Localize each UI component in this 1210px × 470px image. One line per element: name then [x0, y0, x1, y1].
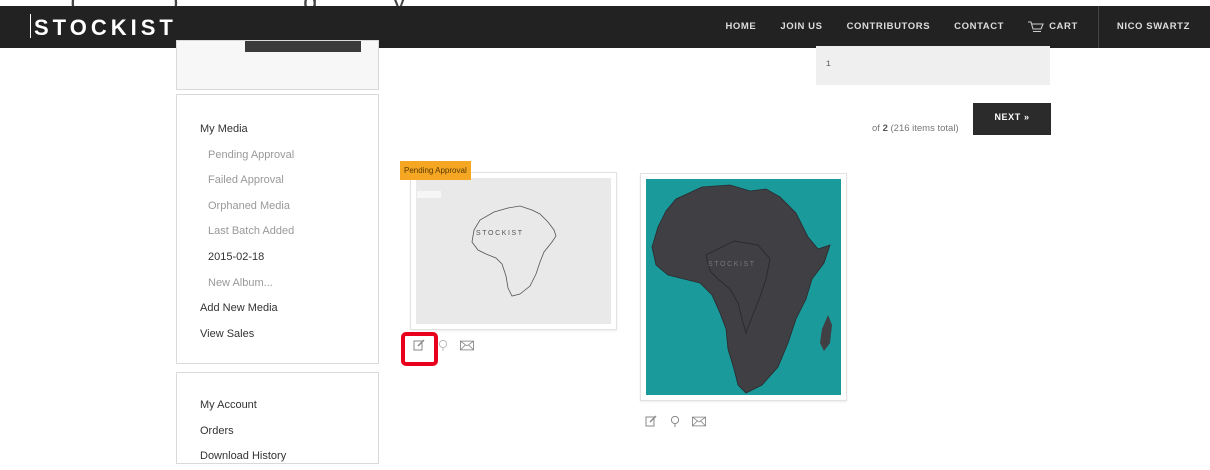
- image-corner-label: [417, 191, 441, 198]
- sidebar-account-panel: My Account Orders Download History: [176, 372, 379, 464]
- logo-divider: [30, 14, 31, 38]
- edit-button-highlight: [401, 332, 438, 366]
- sidebar-item-add-new-media[interactable]: Add New Media: [200, 296, 294, 322]
- watermark-text-2: STOCKIST: [708, 261, 756, 268]
- sidebar-item-pending-approval[interactable]: Pending Approval: [200, 143, 294, 169]
- account-menu: My Account Orders Download History: [200, 393, 286, 470]
- sidebar-item-download-history[interactable]: Download History: [200, 444, 286, 470]
- sidebar-item-new-album[interactable]: New Album...: [200, 271, 294, 297]
- media-menu: My Media Pending Approval Failed Approval O…: [200, 117, 294, 347]
- pending-approval-tag[interactable]: Pending Approval: [400, 161, 471, 180]
- sidebar-top-button[interactable]: [245, 41, 361, 52]
- sidebar-item-orders[interactable]: Orders: [200, 419, 286, 445]
- edit-icon[interactable]: [644, 414, 658, 428]
- sidebar-media-panel: My Media Pending Approval Failed Approval O…: [176, 94, 379, 364]
- sidebar-item-my-media[interactable]: My Media: [200, 117, 294, 143]
- africa-outline-image: STOCKIST: [416, 178, 611, 324]
- sidebar-top-panel: [176, 40, 379, 90]
- africa-teal-image: STOCKIST: [646, 179, 841, 395]
- location-pin-icon[interactable]: [436, 338, 450, 352]
- sidebar-item-failed-approval[interactable]: Failed Approval: [200, 168, 294, 194]
- nav-user-account[interactable]: NICO SWARTZ: [1105, 6, 1210, 48]
- sidebar-item-last-batch-added[interactable]: Last Batch Added: [200, 219, 294, 245]
- site-logo[interactable]: STOCKIST: [34, 15, 177, 41]
- page-count-info: of 2 (216 items total): [872, 123, 959, 134]
- sidebar-item-my-account[interactable]: My Account: [200, 393, 286, 419]
- media-thumbnail-pending[interactable]: STOCKIST: [410, 172, 617, 330]
- watermark-text: STOCKIST: [476, 230, 524, 237]
- media-actions-2: [644, 414, 706, 428]
- email-icon[interactable]: [460, 338, 474, 352]
- main-nav: HOME JOIN US CONTRIBUTORS CONTACT CART N…: [713, 6, 1210, 48]
- nav-divider: [1097, 6, 1099, 48]
- nav-cart[interactable]: CART: [1016, 6, 1090, 48]
- nav-contributors[interactable]: CONTRIBUTORS: [835, 6, 943, 48]
- next-page-button[interactable]: NEXT »: [973, 103, 1051, 135]
- sidebar-item-2015-02-18[interactable]: 2015-02-18: [200, 245, 294, 271]
- location-pin-icon[interactable]: [668, 414, 682, 428]
- cart-icon: [1028, 21, 1044, 33]
- nav-home[interactable]: HOME: [713, 6, 768, 48]
- nav-join-us[interactable]: JOIN US: [768, 6, 834, 48]
- page-number-field[interactable]: 1: [816, 46, 1050, 85]
- cart-label: CART: [1049, 21, 1078, 32]
- sidebar-item-view-sales[interactable]: View Sales: [200, 322, 294, 348]
- media-thumbnail-2[interactable]: STOCKIST: [640, 173, 847, 401]
- nav-contact[interactable]: CONTACT: [942, 6, 1016, 48]
- email-icon[interactable]: [692, 414, 706, 428]
- sidebar-item-orphaned-media[interactable]: Orphaned Media: [200, 194, 294, 220]
- page-number-value: 1: [826, 60, 831, 69]
